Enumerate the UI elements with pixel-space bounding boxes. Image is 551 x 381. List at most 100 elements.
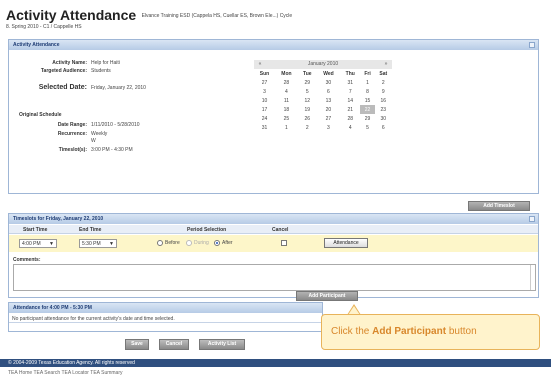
calendar-day[interactable]: 5 — [298, 87, 317, 96]
calendar-day[interactable]: 19 — [298, 105, 317, 114]
weekday-header: Thu — [345, 70, 355, 77]
calendar-week: 27 28 29 30 31 1 2 — [254, 78, 392, 87]
calendar-day[interactable]: 26 — [298, 114, 317, 123]
calendar-day[interactable]: 12 — [298, 96, 317, 105]
calendar-day[interactable]: 4 — [340, 123, 360, 132]
col-period-selection: Period Selection — [187, 227, 227, 233]
col-cancel: Cancel — [272, 227, 289, 233]
calendar-day[interactable]: 6 — [375, 123, 392, 132]
timeslot-row: 4:00 PM ▼ 5:30 PM ▼ Before During After … — [9, 235, 538, 252]
calendar-day[interactable]: 17 — [254, 105, 275, 114]
calendar-day[interactable]: 16 — [375, 96, 392, 105]
callout-bold: Add Participant — [372, 326, 447, 337]
calendar-day[interactable]: 5 — [360, 123, 374, 132]
timeslots-panel: Timeslots for Friday, January 22, 2010 S… — [8, 213, 539, 298]
attendance-message: No participant attendance for the curren… — [9, 314, 322, 323]
calendar-next-icon[interactable]: » — [382, 60, 390, 69]
comments-textarea[interactable] — [13, 264, 536, 291]
col-start-time: Start Time — [23, 227, 48, 233]
end-time-select[interactable]: 5:30 PM ▼ — [79, 239, 117, 248]
audience-label: Targeted Audience: — [40, 68, 87, 74]
period-during-radio[interactable] — [186, 240, 192, 246]
attendance-button[interactable]: Attendance — [324, 238, 368, 248]
scrollbar[interactable] — [530, 265, 535, 290]
page-subtitle: Elvance Training ESD (Cappela HS, Cuella… — [141, 13, 293, 19]
end-time-value: 5:30 PM — [82, 241, 101, 247]
calendar-day[interactable]: 3 — [254, 87, 275, 96]
calendar-grid: Sun Mon Tue Wed Thu Fri Sat 27 28 29 30 31 1 2 3 4 5 6 7 8… — [254, 69, 392, 132]
collapse-icon[interactable] — [529, 216, 535, 222]
activity-panel-header: Activity Attendance — [9, 40, 538, 50]
calendar-day[interactable]: 27 — [254, 78, 275, 87]
calendar-day[interactable]: 10 — [254, 96, 275, 105]
calendar-day[interactable]: 22 — [360, 105, 375, 114]
cancel-checkbox[interactable] — [281, 240, 287, 246]
period-before-radio[interactable] — [157, 240, 163, 246]
start-time-value: 4:00 PM — [22, 241, 41, 247]
period-after-radio[interactable] — [214, 240, 220, 246]
add-participant-button[interactable]: Add Participant — [296, 291, 358, 301]
timeslots-label: Timeslot(s): — [58, 147, 87, 153]
calendar-day[interactable]: 21 — [340, 105, 360, 114]
calendar-week: 10 11 12 13 14 15 16 — [254, 96, 392, 105]
calendar-day[interactable]: 28 — [340, 114, 360, 123]
recurrence-day: W — [91, 138, 96, 144]
footer-links[interactable]: TEA Home TEA Search TEA Locator TEA Summ… — [8, 370, 123, 376]
calendar-day[interactable]: 30 — [375, 114, 392, 123]
calendar-day[interactable]: 7 — [340, 87, 360, 96]
weekday-header: Fri — [364, 70, 371, 77]
calendar-week: 3456789 — [254, 87, 392, 96]
add-timeslot-button[interactable]: Add Timeslot — [468, 201, 530, 211]
footer-bar: © 2004-2009 Texas Education Agency. All … — [0, 359, 551, 367]
calendar-day[interactable]: 25 — [275, 114, 298, 123]
save-button[interactable]: Save — [125, 339, 149, 350]
schedule-heading: Original Schedule — [19, 112, 62, 118]
calendar-day[interactable]: 15 — [360, 96, 374, 105]
period-before-label: Before — [165, 240, 180, 246]
calendar-day[interactable]: 18 — [275, 105, 298, 114]
calendar-day[interactable]: 31 — [340, 78, 360, 87]
collapse-icon[interactable] — [529, 42, 535, 48]
chevron-down-icon: ▼ — [49, 241, 54, 247]
calendar-day[interactable]: 1 — [275, 123, 298, 132]
calendar-day[interactable]: 30 — [317, 78, 340, 87]
calendar-day[interactable]: 6 — [317, 87, 340, 96]
calendar-header: « January 2010 » — [254, 60, 392, 69]
calendar-day[interactable]: 14 — [340, 96, 360, 105]
calendar-day[interactable]: 20 — [317, 105, 340, 114]
calendar-day[interactable]: 24 — [254, 114, 275, 123]
calendar-day[interactable]: 2 — [298, 123, 317, 132]
comments-label: Comments: — [13, 257, 41, 263]
calendar-day[interactable]: 2 — [375, 78, 392, 87]
calendar-day[interactable]: 28 — [275, 78, 298, 87]
calendar: « January 2010 » Sun Mon Tue Wed Thu Fri Sat 2… — [254, 60, 392, 132]
calendar-day[interactable]: 31 — [254, 123, 275, 132]
calendar-week: 24 25 26 27 28 29 30 — [254, 114, 392, 123]
cancel-button[interactable]: Cancel — [159, 339, 189, 350]
calendar-day[interactable]: 4 — [275, 87, 298, 96]
page-title: Activity Attendance — [6, 7, 137, 23]
activity-attendance-panel: Activity Attendance Activity Name: Help … — [8, 39, 539, 194]
calendar-day[interactable]: 1 — [360, 78, 374, 87]
calendar-day[interactable]: 11 — [275, 96, 298, 105]
start-time-select[interactable]: 4:00 PM ▼ — [19, 239, 57, 248]
calendar-day[interactable]: 3 — [317, 123, 340, 132]
date-range-value: 1/11/2010 - 5/28/2010 — [91, 122, 140, 128]
audience-value: Students — [91, 68, 111, 74]
calendar-day[interactable]: 8 — [360, 87, 374, 96]
timeslots-value: 3:00 PM - 4:30 PM — [91, 147, 133, 153]
date-range-label: Date Range: — [57, 122, 87, 128]
calendar-day[interactable]: 9 — [375, 87, 392, 96]
calendar-day[interactable]: 29 — [360, 114, 374, 123]
calendar-day[interactable]: 13 — [317, 96, 340, 105]
calendar-prev-icon[interactable]: « — [256, 60, 264, 69]
calendar-month-label: January 2010 — [307, 61, 339, 67]
period-after-label: After — [222, 240, 233, 246]
activity-list-button[interactable]: Activity List — [199, 339, 245, 350]
calendar-day[interactable]: 23 — [375, 105, 392, 114]
recurrence-label: Recurrence: — [57, 131, 87, 137]
calendar-day[interactable]: 29 — [298, 78, 317, 87]
activity-panel-title: Activity Attendance — [13, 42, 60, 48]
activity-name-value: Help for Haiti — [91, 60, 120, 66]
calendar-day[interactable]: 27 — [317, 114, 340, 123]
